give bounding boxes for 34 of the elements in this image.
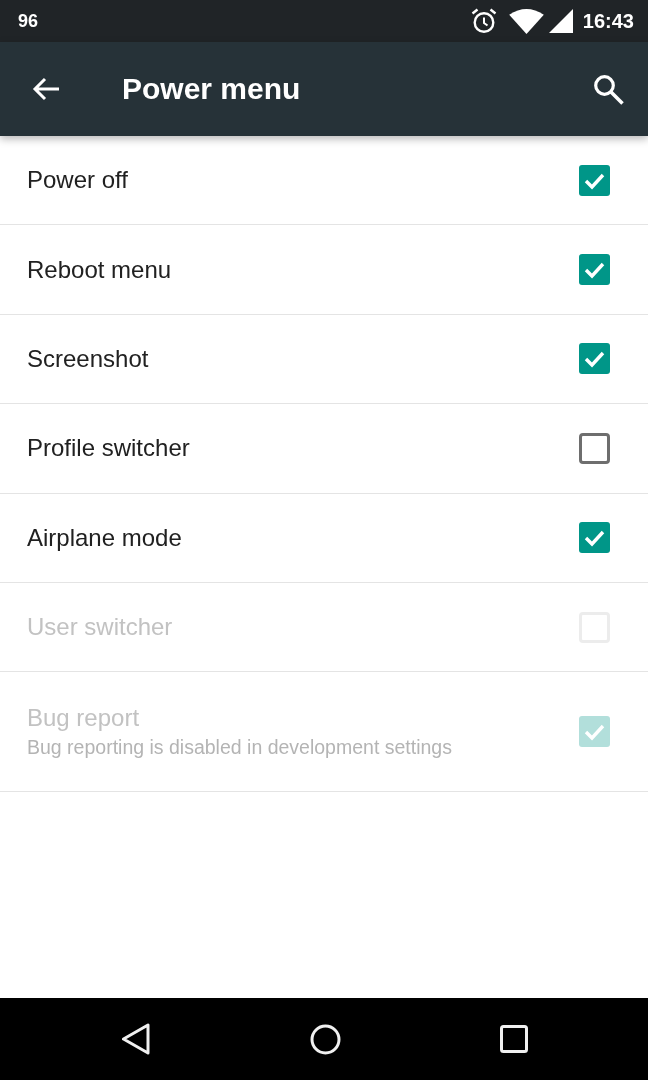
checkbox[interactable] bbox=[579, 432, 610, 464]
setting-summary: Bug reporting is disabled in development settings bbox=[27, 736, 453, 760]
setting-row[interactable]: Airplane mode bbox=[0, 493, 648, 583]
alarm-clock-icon bbox=[470, 8, 497, 34]
wifi-icon bbox=[508, 8, 544, 34]
home-nav-button[interactable] bbox=[309, 1023, 341, 1055]
checkbox[interactable] bbox=[579, 343, 610, 375]
back-triangle-icon bbox=[120, 1023, 151, 1055]
home-circle-icon bbox=[309, 1023, 341, 1055]
setting-title: Profile switcher bbox=[27, 434, 191, 463]
recents-square-icon bbox=[499, 1025, 528, 1053]
back-button[interactable] bbox=[32, 77, 60, 101]
setting-row[interactable]: Profile switcher bbox=[0, 404, 648, 494]
checkbox[interactable] bbox=[579, 164, 610, 196]
toolbar-title: Power menu bbox=[122, 72, 301, 106]
setting-title: Reboot menu bbox=[27, 255, 173, 284]
setting-title: Power off bbox=[27, 166, 129, 195]
setting-row[interactable]: Reboot menu bbox=[0, 225, 648, 315]
status-text: 96 bbox=[18, 10, 39, 32]
recents-nav-button[interactable] bbox=[499, 1025, 528, 1053]
setting-row[interactable]: Screenshot bbox=[0, 314, 648, 405]
checkbox[interactable] bbox=[579, 254, 610, 286]
setting-row[interactable]: Power off bbox=[0, 136, 648, 226]
back-arrow-icon bbox=[32, 77, 60, 101]
setting-title: Screenshot bbox=[27, 344, 150, 373]
cell-signal-icon bbox=[548, 9, 573, 33]
setting-title: User switcher bbox=[27, 613, 174, 642]
clock-time: 16:43 bbox=[582, 9, 634, 33]
search-icon bbox=[593, 73, 624, 105]
setting-title: Bug report bbox=[27, 704, 141, 733]
checkbox[interactable] bbox=[579, 522, 610, 554]
setting-title: Airplane mode bbox=[27, 523, 183, 552]
search-button[interactable] bbox=[593, 73, 624, 105]
back-nav-button[interactable] bbox=[120, 1023, 151, 1055]
